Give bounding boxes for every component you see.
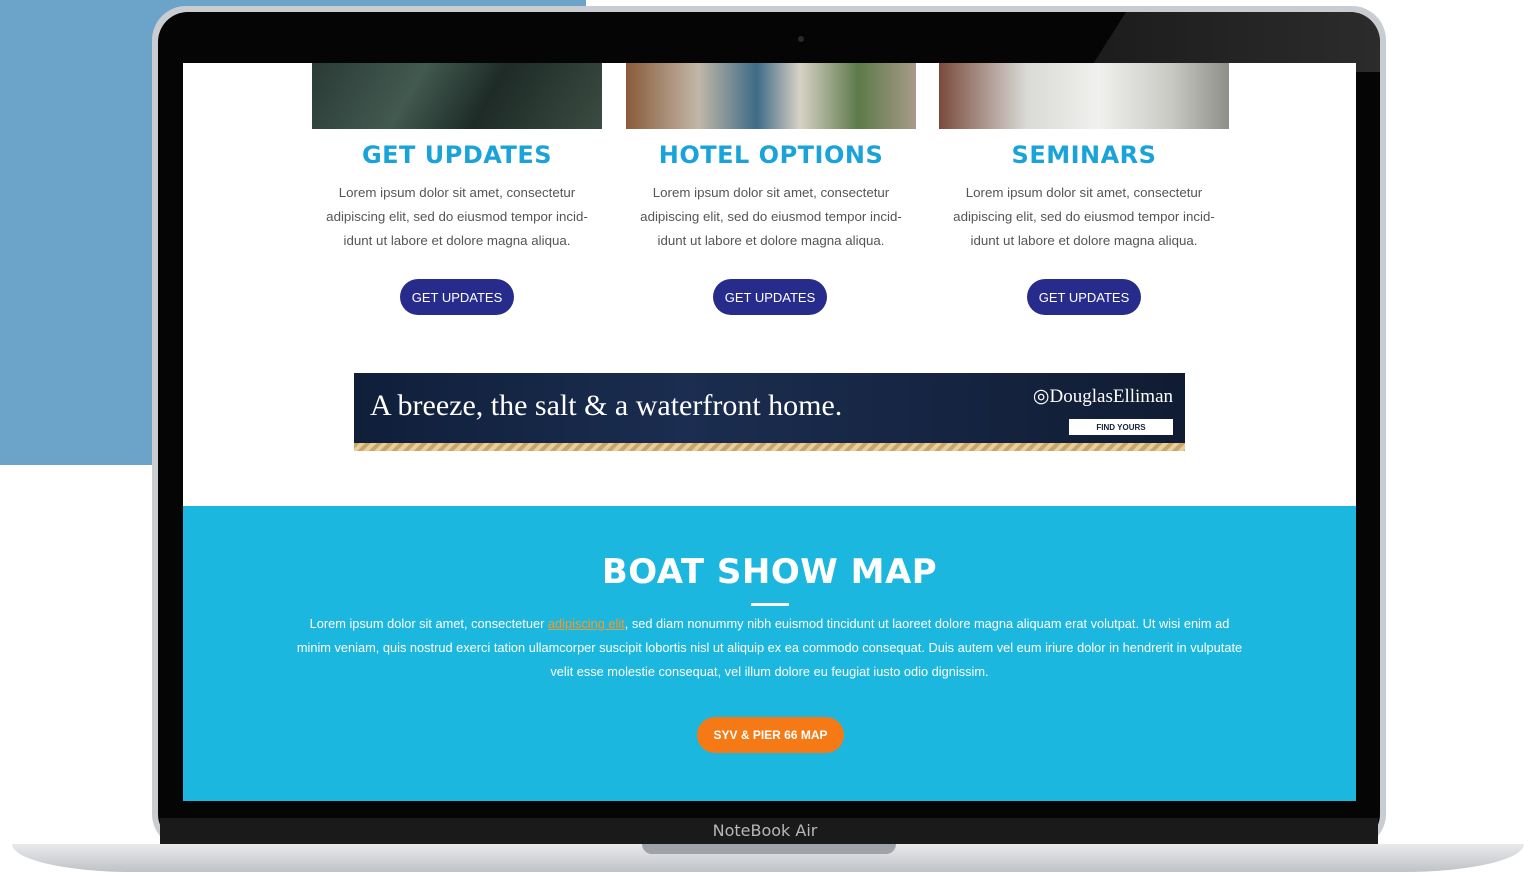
camera-icon: [798, 36, 804, 42]
douglas-elliman-ad-banner[interactable]: A breeze, the salt & a waterfront home. …: [354, 373, 1185, 451]
map-section-title: BOAT SHOW MAP: [601, 552, 938, 592]
get-updates-button[interactable]: GET UPDATES: [400, 279, 514, 315]
seminar-seating-photo: [939, 63, 1229, 129]
brand-globe-icon: ◎: [1032, 386, 1050, 407]
laptop-base-notch: [642, 844, 896, 854]
boardwalk-crowd-photo: [626, 63, 916, 129]
adipiscing-link[interactable]: adipiscing elit: [548, 616, 625, 631]
card-hotel-options: HOTEL OPTIONS Lorem ipsum dolor sit amet…: [626, 63, 916, 253]
card-body: Lorem ipsum dolor sit amet, consectetur …: [326, 185, 588, 248]
marina-aerial-photo: [312, 63, 602, 129]
card-title: GET UPDATES: [361, 141, 553, 169]
hotel-get-updates-button[interactable]: GET UPDATES: [713, 279, 827, 315]
map-text-part: Lorem ipsum dolor sit amet, consectetuer: [309, 616, 548, 631]
card-body: Lorem ipsum dolor sit amet, consectetur …: [640, 185, 902, 248]
card-title: SEMINARS: [1011, 141, 1157, 169]
syv-pier-66-map-button[interactable]: SYV & PIER 66 MAP: [697, 717, 844, 753]
card-title: HOTEL OPTIONS: [658, 141, 884, 169]
banner-tagline: A breeze, the salt & a waterfront home.: [370, 389, 843, 422]
rope-border: [354, 443, 1185, 451]
banner-brand-name: DouglasElliman: [1049, 386, 1173, 407]
title-divider: [751, 603, 789, 606]
card-body: Lorem ipsum dolor sit amet, consectetur …: [953, 185, 1215, 248]
find-yours-button[interactable]: FIND YOURS: [1069, 419, 1173, 435]
banner-brand-logo: ◎DouglasElliman: [1033, 385, 1173, 408]
card-seminars: SEMINARS Lorem ipsum dolor sit amet, con…: [939, 63, 1229, 253]
website-screen: GET UPDATES Lorem ipsum dolor sit amet, …: [183, 63, 1356, 801]
boat-show-map-section: BOAT SHOW MAP Lorem ipsum dolor sit amet…: [183, 506, 1356, 801]
laptop-label: NoteBook Air: [712, 821, 818, 840]
seminars-get-updates-button[interactable]: GET UPDATES: [1027, 279, 1141, 315]
map-section-text: Lorem ipsum dolor sit amet, consectetuer…: [293, 612, 1246, 684]
card-get-updates: GET UPDATES Lorem ipsum dolor sit amet, …: [312, 63, 602, 253]
